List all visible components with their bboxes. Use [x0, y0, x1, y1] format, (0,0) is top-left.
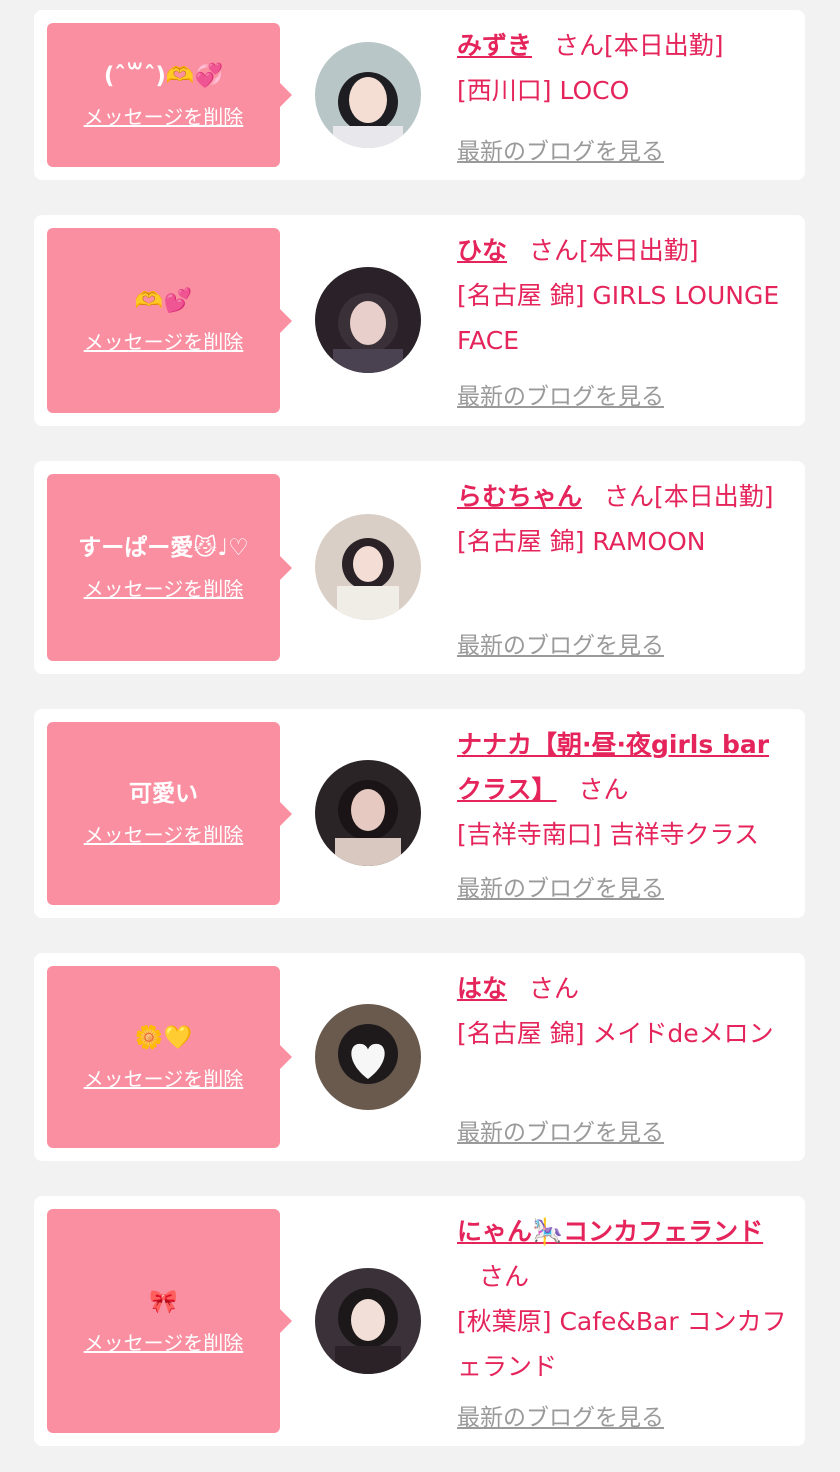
avatar[interactable]: [315, 267, 421, 373]
cast-name-link[interactable]: らむちゃん: [457, 482, 582, 511]
shop-location: [西川口] LOCO: [457, 76, 630, 105]
shop-location: [名古屋 錦] RAMOON: [457, 527, 706, 556]
profile-info: にゃん🎠コンカフェランドさん [秋葉原] Cafe&Bar コンカフェランド: [457, 1209, 792, 1389]
message-bubble: 可愛い メッセージを削除: [47, 722, 292, 905]
message-bubble: すーぱー愛😼♩♡ メッセージを削除: [47, 474, 292, 661]
message-text: 🎀: [149, 1288, 178, 1315]
shop-location: [秋葉原] Cafe&Bar コンカフェランド: [457, 1307, 787, 1381]
status-label: [本日出勤]: [654, 482, 774, 511]
delete-message-link[interactable]: メッセージを削除: [84, 819, 244, 848]
message-text: 🫶💕: [134, 288, 193, 314]
message-bubble: 🫶💕 メッセージを削除: [47, 228, 292, 413]
cast-name-link[interactable]: みずき: [457, 31, 532, 60]
cast-name-link[interactable]: はな: [457, 974, 507, 1003]
delete-message-link[interactable]: メッセージを削除: [84, 573, 244, 602]
status-label: [本日出勤]: [604, 31, 724, 60]
profile-info: らむちゃん さん[本日出勤] [名古屋 錦] RAMOON: [457, 474, 792, 564]
delete-message-link[interactable]: メッセージを削除: [84, 101, 244, 130]
avatar[interactable]: [315, 1268, 421, 1374]
message-card: 🌼💛 メッセージを削除 はな さん [名古屋 錦] メイドdeメロン 最新のブログ…: [34, 953, 805, 1161]
honorific: さん: [554, 31, 605, 60]
latest-blog-link[interactable]: 最新のブログを見る: [457, 377, 664, 411]
avatar[interactable]: [315, 1004, 421, 1110]
message-card: すーぱー愛😼♩♡ メッセージを削除 らむちゃん さん[本日出勤] [名古屋 錦] …: [34, 461, 805, 674]
message-list: (ˆ꒳ˆ)🫶💞 メッセージを削除 みずき さん[本日出勤] [西川口] LOCO …: [0, 0, 840, 1472]
profile-info: はな さん [名古屋 錦] メイドdeメロン: [457, 966, 792, 1056]
message-card: 🫶💕 メッセージを削除 ひな さん[本日出勤] [名古屋 錦] GIRLS LOU…: [34, 215, 805, 426]
profile-info: みずき さん[本日出勤] [西川口] LOCO: [457, 23, 792, 113]
latest-blog-link[interactable]: 最新のブログを見る: [457, 626, 664, 660]
message-card: (ˆ꒳ˆ)🫶💞 メッセージを削除 みずき さん[本日出勤] [西川口] LOCO …: [34, 10, 805, 180]
cast-name-link[interactable]: にゃん🎠コンカフェランド: [457, 1217, 763, 1246]
message-bubble: (ˆ꒳ˆ)🫶💞 メッセージを削除: [47, 23, 292, 167]
message-text: (ˆ꒳ˆ)🫶💞: [103, 62, 224, 89]
message-bubble: 🎀 メッセージを削除: [47, 1209, 292, 1433]
message-bubble: 🌼💛 メッセージを削除: [47, 966, 292, 1148]
shop-location: [吉祥寺南口] 吉祥寺クラス: [457, 820, 759, 849]
delete-message-link[interactable]: メッセージを削除: [84, 326, 244, 355]
cast-name-link[interactable]: ひな: [457, 236, 507, 265]
avatar[interactable]: [315, 42, 421, 148]
latest-blog-link[interactable]: 最新のブログを見る: [457, 1398, 664, 1432]
honorific: さん: [604, 482, 655, 511]
message-text: すーぱー愛😼♩♡: [78, 535, 249, 561]
honorific: さん: [578, 775, 629, 804]
latest-blog-link[interactable]: 最新のブログを見る: [457, 1113, 664, 1147]
message-card: 可愛い メッセージを削除 ナナカ【朝·昼·夜girls bar クラス】 さん […: [34, 709, 805, 918]
honorific: さん: [479, 1262, 530, 1291]
message-card: 🎀 メッセージを削除 にゃん🎠コンカフェランドさん [秋葉原] Cafe&Bar…: [34, 1196, 805, 1446]
honorific: さん: [529, 974, 580, 1003]
profile-info: ひな さん[本日出勤] [名古屋 錦] GIRLS LOUNGE FACE: [457, 228, 792, 363]
delete-message-link[interactable]: メッセージを削除: [84, 1063, 244, 1092]
avatar[interactable]: [315, 514, 421, 620]
honorific: さん: [529, 236, 580, 265]
status-label: [本日出勤]: [579, 236, 699, 265]
shop-location: [名古屋 錦] GIRLS LOUNGE FACE: [457, 281, 780, 355]
latest-blog-link[interactable]: 最新のブログを見る: [457, 869, 664, 903]
profile-info: ナナカ【朝·昼·夜girls bar クラス】 さん [吉祥寺南口] 吉祥寺クラス: [457, 722, 792, 857]
message-text: 可愛い: [129, 781, 198, 807]
avatar[interactable]: [315, 760, 421, 866]
shop-location: [名古屋 錦] メイドdeメロン: [457, 1019, 774, 1048]
delete-message-link[interactable]: メッセージを削除: [84, 1327, 244, 1356]
message-text: 🌼💛: [134, 1024, 193, 1051]
latest-blog-link[interactable]: 最新のブログを見る: [457, 132, 664, 166]
